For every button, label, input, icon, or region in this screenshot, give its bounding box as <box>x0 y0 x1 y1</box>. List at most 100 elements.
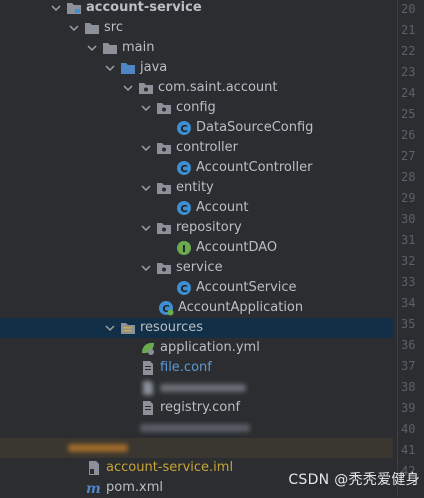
tree-row-blurred-file[interactable] <box>0 378 393 398</box>
package-icon <box>156 140 172 156</box>
line-number: 22 <box>401 44 416 58</box>
line-number: 38 <box>401 380 416 394</box>
line-number: 21 <box>401 23 416 37</box>
interface-icon: I <box>176 240 192 256</box>
tree-label-java: java <box>140 60 168 75</box>
svg-text:C: C <box>180 284 187 295</box>
tree-row-service[interactable]: service <box>0 258 393 278</box>
class-icon: C <box>176 200 192 216</box>
tree-row-main[interactable]: main <box>0 38 393 58</box>
chevron-down-icon[interactable] <box>140 262 152 274</box>
tree-label-account-controller: AccountController <box>196 160 313 175</box>
blurred-label <box>160 384 246 392</box>
line-number: 24 <box>401 86 416 100</box>
line-number: 39 <box>401 401 416 415</box>
tree-label-iml: account-service.iml <box>106 460 234 475</box>
source-folder-icon <box>120 60 136 76</box>
tree-label-entity: entity <box>176 180 214 195</box>
line-number: 27 <box>401 149 416 163</box>
folder-icon <box>102 40 118 56</box>
tree-row-resources[interactable]: resources <box>0 318 393 338</box>
chevron-down-icon[interactable] <box>140 182 152 194</box>
tree-row-file-conf[interactable]: file.conf <box>0 358 393 378</box>
tree-row-repository[interactable]: repository <box>0 218 393 238</box>
chevron-down-icon[interactable] <box>86 42 98 54</box>
tree-label-pom: pom.xml <box>106 480 163 495</box>
maven-icon: m <box>86 480 102 496</box>
svg-text:m: m <box>86 481 101 496</box>
line-number: 31 <box>401 233 416 247</box>
line-number: 36 <box>401 338 416 352</box>
line-number: 23 <box>401 65 416 79</box>
text-file-icon <box>140 400 156 416</box>
package-icon <box>156 220 172 236</box>
chevron-down-icon[interactable] <box>50 2 62 14</box>
module-file-icon <box>86 460 102 476</box>
tree-row-account-dao[interactable]: I AccountDAO <box>0 238 393 258</box>
tree-label-file-conf: file.conf <box>160 360 212 375</box>
tree-label-main: main <box>122 40 155 55</box>
tree-row-registry-conf[interactable]: registry.conf <box>0 398 393 418</box>
tree-row-java[interactable]: java <box>0 58 393 78</box>
tree-label-account: Account <box>196 200 249 215</box>
tree-row-blurred-file-2[interactable] <box>0 418 393 438</box>
line-number: 30 <box>401 212 416 226</box>
line-number: 29 <box>401 191 416 205</box>
tree-label-src: src <box>104 20 123 35</box>
line-number: 35 <box>401 317 416 331</box>
tree-label-account-service-class: AccountService <box>196 280 297 295</box>
tree-row-application-yml[interactable]: application.yml <box>0 338 393 358</box>
tree-label-controller: controller <box>176 140 239 155</box>
csdn-watermark: CSDN @秃秃爱健身 <box>288 472 420 488</box>
svg-text:C: C <box>180 204 187 215</box>
package-icon <box>156 260 172 276</box>
blurred-label <box>68 444 128 452</box>
editor-line-gutter: 20 21 22 23 24 25 26 27 28 29 30 31 32 3… <box>397 0 424 497</box>
tree-row-datasource-config[interactable]: C DataSourceConfig <box>0 118 393 138</box>
text-file-icon <box>140 360 156 376</box>
tree-row-config[interactable]: config <box>0 98 393 118</box>
package-icon <box>156 180 172 196</box>
tree-row-account[interactable]: C Account <box>0 198 393 218</box>
tree-row-package[interactable]: com.saint.account <box>0 78 393 98</box>
package-icon <box>138 80 154 96</box>
tree-row-src[interactable]: src <box>0 18 393 38</box>
tree-row-account-controller[interactable]: C AccountController <box>0 158 393 178</box>
tree-row-account-service-class[interactable]: C AccountService <box>0 278 393 298</box>
tree-row-account-service[interactable]: account-service <box>0 0 393 18</box>
line-number: 37 <box>401 359 416 373</box>
class-icon: C <box>176 120 192 136</box>
chevron-down-icon[interactable] <box>104 322 116 334</box>
tree-label-account-application: AccountApplication <box>178 300 304 315</box>
line-number: 20 <box>401 2 416 16</box>
chevron-down-icon[interactable] <box>140 102 152 114</box>
file-icon <box>140 380 156 396</box>
line-number: 28 <box>401 170 416 184</box>
tree-row-blurred-highlighted[interactable] <box>0 438 393 458</box>
line-number: 34 <box>401 296 416 310</box>
chevron-down-icon[interactable] <box>68 22 80 34</box>
tree-label-config: config <box>176 100 216 115</box>
line-number: 41 <box>401 443 416 457</box>
tree-row-controller[interactable]: controller <box>0 138 393 158</box>
line-number: 32 <box>401 254 416 268</box>
project-tree: account-service src main java com.saint.… <box>0 0 393 497</box>
folder-icon <box>84 20 100 36</box>
tree-row-entity[interactable]: entity <box>0 178 393 198</box>
resources-folder-icon <box>120 320 136 336</box>
tree-label-registry-conf: registry.conf <box>160 400 241 415</box>
chevron-down-icon[interactable] <box>140 222 152 234</box>
blurred-label <box>140 424 250 432</box>
chevron-down-icon[interactable] <box>140 142 152 154</box>
chevron-down-icon[interactable] <box>104 62 116 74</box>
package-icon <box>156 100 172 116</box>
class-icon: C <box>176 160 192 176</box>
tree-row-account-application[interactable]: C AccountApplication <box>0 298 393 318</box>
tree-label-datasource-config: DataSourceConfig <box>196 120 314 135</box>
tree-label-account-dao: AccountDAO <box>196 240 278 255</box>
tree-label-repository: repository <box>176 220 242 235</box>
class-icon: C <box>176 280 192 296</box>
chevron-down-icon[interactable] <box>122 82 134 94</box>
tree-label-package: com.saint.account <box>158 80 278 95</box>
line-number: 33 <box>401 275 416 289</box>
